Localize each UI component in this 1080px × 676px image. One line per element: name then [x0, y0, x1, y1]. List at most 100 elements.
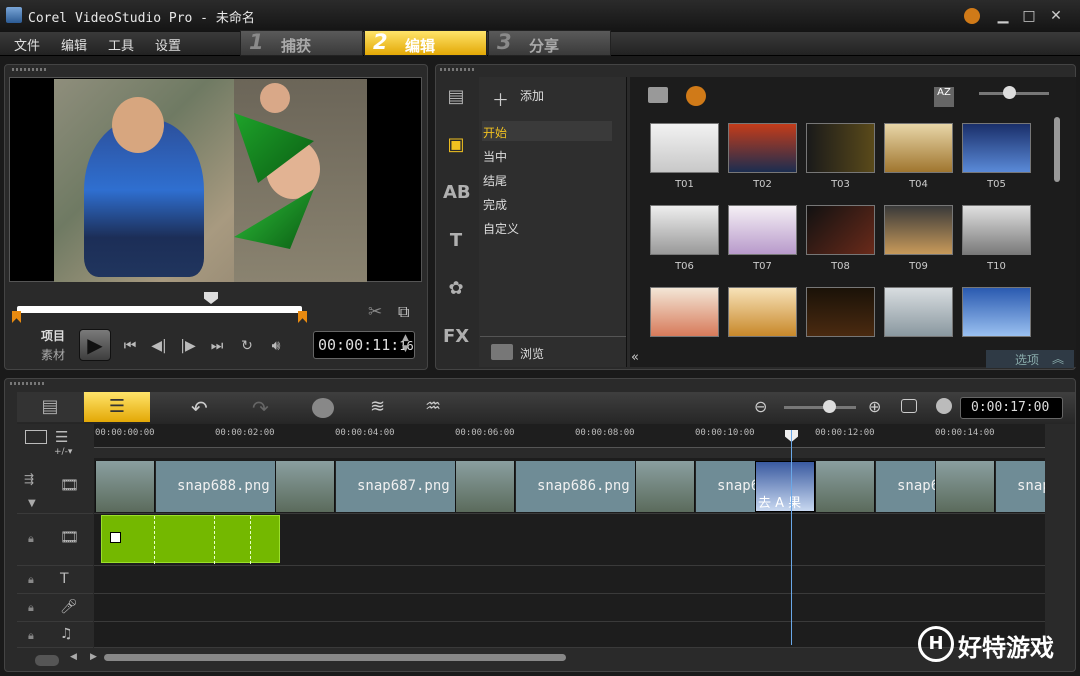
record-capture-icon[interactable] — [312, 398, 334, 418]
video-clip[interactable]: snap686.png — [515, 461, 635, 512]
template-thumb[interactable] — [962, 287, 1031, 337]
template-thumb[interactable] — [962, 205, 1031, 255]
storyboard-view-button[interactable]: ▤ — [17, 392, 83, 422]
undo-icon[interactable]: ↶ — [191, 396, 208, 420]
timeline-zoom-thumb[interactable] — [823, 400, 836, 413]
scroll-left-icon[interactable]: ◀ — [70, 652, 77, 662]
previous-frame-icon[interactable]: ◀| — [149, 336, 169, 356]
tab-edit[interactable]: 2 编辑 — [364, 30, 487, 56]
template-thumb[interactable] — [728, 123, 797, 173]
menu-settings[interactable]: 设置 — [155, 35, 181, 54]
enlarge-icon[interactable]: ⧉ — [398, 302, 409, 322]
panel-grip[interactable] — [12, 68, 48, 71]
lock-icon[interactable]: 🔒︎ — [28, 573, 34, 587]
options-tab[interactable]: 选项 ︽ — [986, 350, 1074, 368]
video-clip[interactable]: snap6 — [875, 461, 935, 512]
play-button[interactable]: ▶ — [79, 329, 111, 361]
title-track-icon[interactable]: T — [60, 571, 69, 587]
overlay-clip[interactable] — [101, 515, 280, 564]
timeline-zoom-slider[interactable] — [784, 406, 856, 409]
text-icon[interactable]: T — [443, 230, 469, 252]
zoom-slider-thumb[interactable] — [1003, 86, 1016, 99]
timecode-stepper-icon[interactable]: ▲ ▼ — [402, 333, 409, 355]
close-icon[interactable]: ✕ — [1047, 8, 1065, 24]
panel-grip[interactable] — [10, 382, 46, 385]
category-complete[interactable]: 完成 — [483, 196, 507, 213]
zoom-out-icon[interactable]: ⊖ — [754, 397, 767, 416]
add-button[interactable]: 添加 — [520, 87, 544, 104]
template-thumb[interactable] — [884, 123, 953, 173]
maximize-icon[interactable]: □ — [1020, 8, 1038, 24]
lock-icon[interactable]: 🔒︎ — [28, 601, 34, 615]
folder-icon[interactable] — [648, 87, 668, 103]
timeline-view-button[interactable]: ☰ — [84, 392, 150, 422]
browse-icon[interactable] — [491, 344, 513, 360]
lock-icon[interactable]: 🔒︎ — [28, 532, 34, 546]
track-manager-icon[interactable] — [25, 430, 47, 444]
mode-clip[interactable]: 素材 — [41, 346, 65, 363]
add-track-icon[interactable] — [35, 655, 59, 666]
scrubber-track[interactable] — [17, 306, 302, 313]
add-remove-chapter-icon[interactable]: +/-▾ — [54, 447, 72, 457]
lock-icon[interactable]: 🔒︎ — [28, 629, 34, 643]
scroll-right-icon[interactable]: ▶ — [90, 652, 97, 662]
tab-share[interactable]: 3 分享 — [488, 30, 611, 56]
tab-capture[interactable]: 1 捕获 — [240, 30, 363, 56]
ripple-editing-icon[interactable]: ⇶ — [24, 472, 34, 486]
template-thumb[interactable] — [650, 205, 719, 255]
instant-project-icon[interactable]: ▣ — [443, 134, 469, 156]
graphics-icon[interactable]: ✿ — [443, 278, 469, 300]
category-middle[interactable]: 当中 — [483, 148, 507, 165]
category-custom[interactable]: 自定义 — [483, 220, 519, 237]
template-thumb[interactable] — [806, 205, 875, 255]
category-end[interactable]: 结尾 — [483, 172, 507, 189]
category-start[interactable]: 开始 — [483, 124, 507, 141]
minimize-icon[interactable]: ▁ — [994, 8, 1012, 24]
redo-icon[interactable]: ↷ — [252, 396, 269, 420]
menu-tools[interactable]: 工具 — [108, 35, 134, 54]
next-frame-icon[interactable]: |▶ — [178, 336, 198, 356]
video-clip[interactable]: snap6 — [695, 461, 755, 512]
reel-icon[interactable] — [686, 86, 706, 106]
voice-track-icon[interactable]: 🎤︎ — [60, 599, 78, 615]
scissors-icon[interactable]: ✂ — [368, 302, 382, 322]
filter-fx-icon[interactable]: FX — [443, 326, 469, 348]
template-thumb[interactable] — [650, 123, 719, 173]
template-thumb[interactable] — [728, 205, 797, 255]
template-thumb[interactable] — [728, 287, 797, 337]
playhead-line[interactable] — [791, 430, 792, 645]
music-track-icon[interactable]: ♫ — [60, 626, 73, 642]
corel-logo-icon[interactable] — [964, 8, 980, 24]
title-track[interactable] — [94, 566, 1045, 594]
title-ab-icon[interactable]: AB — [443, 182, 471, 204]
home-icon[interactable]: ⏮ — [120, 336, 140, 356]
chevron-down-icon[interactable]: ▼ — [28, 498, 36, 509]
volume-icon[interactable]: 🔊︎ — [266, 336, 286, 356]
template-thumb[interactable] — [884, 205, 953, 255]
voice-track[interactable] — [94, 594, 1045, 622]
video-clip[interactable]: snap688.png — [155, 461, 275, 512]
timecode-display[interactable]: 00:00:11:16 — [313, 331, 415, 359]
video-clip[interactable]: snap — [995, 461, 1045, 512]
add-icon[interactable]: ＋ — [492, 86, 509, 111]
zoom-in-icon[interactable]: ⊕ — [868, 397, 881, 416]
menu-edit[interactable]: 编辑 — [61, 35, 87, 54]
video-track-icon[interactable]: 🎞︎ — [60, 476, 79, 494]
template-thumb[interactable] — [884, 287, 953, 337]
mode-project[interactable]: 项目 — [41, 327, 65, 344]
template-thumb[interactable] — [806, 287, 875, 337]
end-icon[interactable]: ⏭ — [207, 336, 227, 356]
timeline-scrollbar[interactable] — [104, 654, 566, 661]
video-clip[interactable]: snap687.png — [335, 461, 455, 512]
auto-music-icon[interactable]: ♒ — [425, 396, 441, 417]
browse-button[interactable]: 浏览 — [520, 345, 544, 362]
audio-mixer-icon[interactable]: ≋ — [370, 396, 385, 417]
media-icon[interactable]: ▤ — [443, 86, 469, 108]
sort-icon[interactable]: AZ — [934, 87, 954, 107]
chapter-list-icon[interactable]: ☰ — [55, 428, 68, 446]
collapse-icon[interactable]: « — [631, 350, 649, 368]
template-thumb[interactable] — [650, 287, 719, 337]
music-track[interactable] — [94, 622, 1045, 648]
overlay-track-icon[interactable]: 🎞︎ — [60, 528, 79, 546]
menu-file[interactable]: 文件 — [14, 35, 40, 54]
